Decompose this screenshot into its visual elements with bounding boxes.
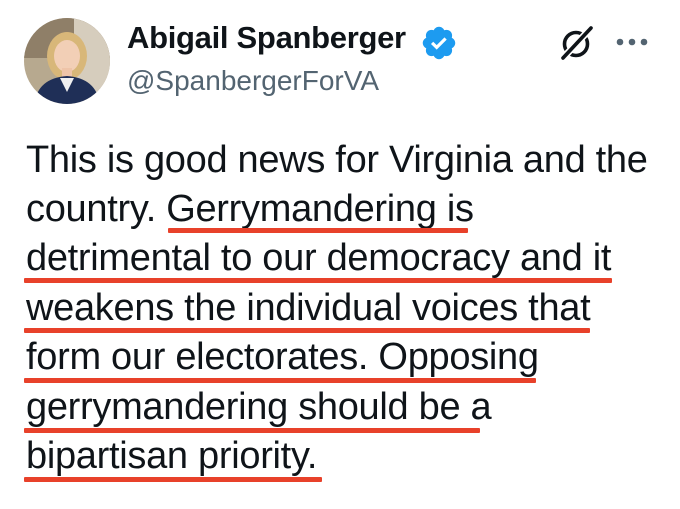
tweet-text-line: This is good news for Virginia and the: [26, 139, 648, 181]
tweet-text-line: weakens the individual voices that: [26, 287, 591, 329]
highlight-underline: [24, 477, 322, 482]
tweet-text-line: form our electorates. Opposing: [26, 336, 539, 378]
avatar[interactable]: [24, 18, 110, 104]
verified-badge-icon: [422, 26, 456, 60]
highlight-underline: [24, 328, 590, 333]
author-handle[interactable]: @SpanbergerForVA: [127, 65, 379, 97]
tweet-text-line: gerrymandering should be a: [26, 386, 492, 428]
tweet-text-line: detrimental to our democracy and it: [26, 237, 612, 279]
tweet-card: Abigail Spanberger @SpanbergerForVA This…: [0, 0, 680, 509]
grok-icon[interactable]: [555, 22, 597, 64]
tweet-text-line: country. Gerrymandering is: [26, 188, 474, 230]
tweet-text-line: bipartisan priority.: [26, 435, 318, 477]
highlight-underline: [168, 228, 468, 233]
more-options-icon[interactable]: [615, 36, 649, 48]
highlight-underline: [24, 378, 536, 383]
highlight-underline: [24, 278, 612, 283]
author-display-name[interactable]: Abigail Spanberger: [127, 20, 406, 56]
highlight-underline: [24, 428, 480, 433]
